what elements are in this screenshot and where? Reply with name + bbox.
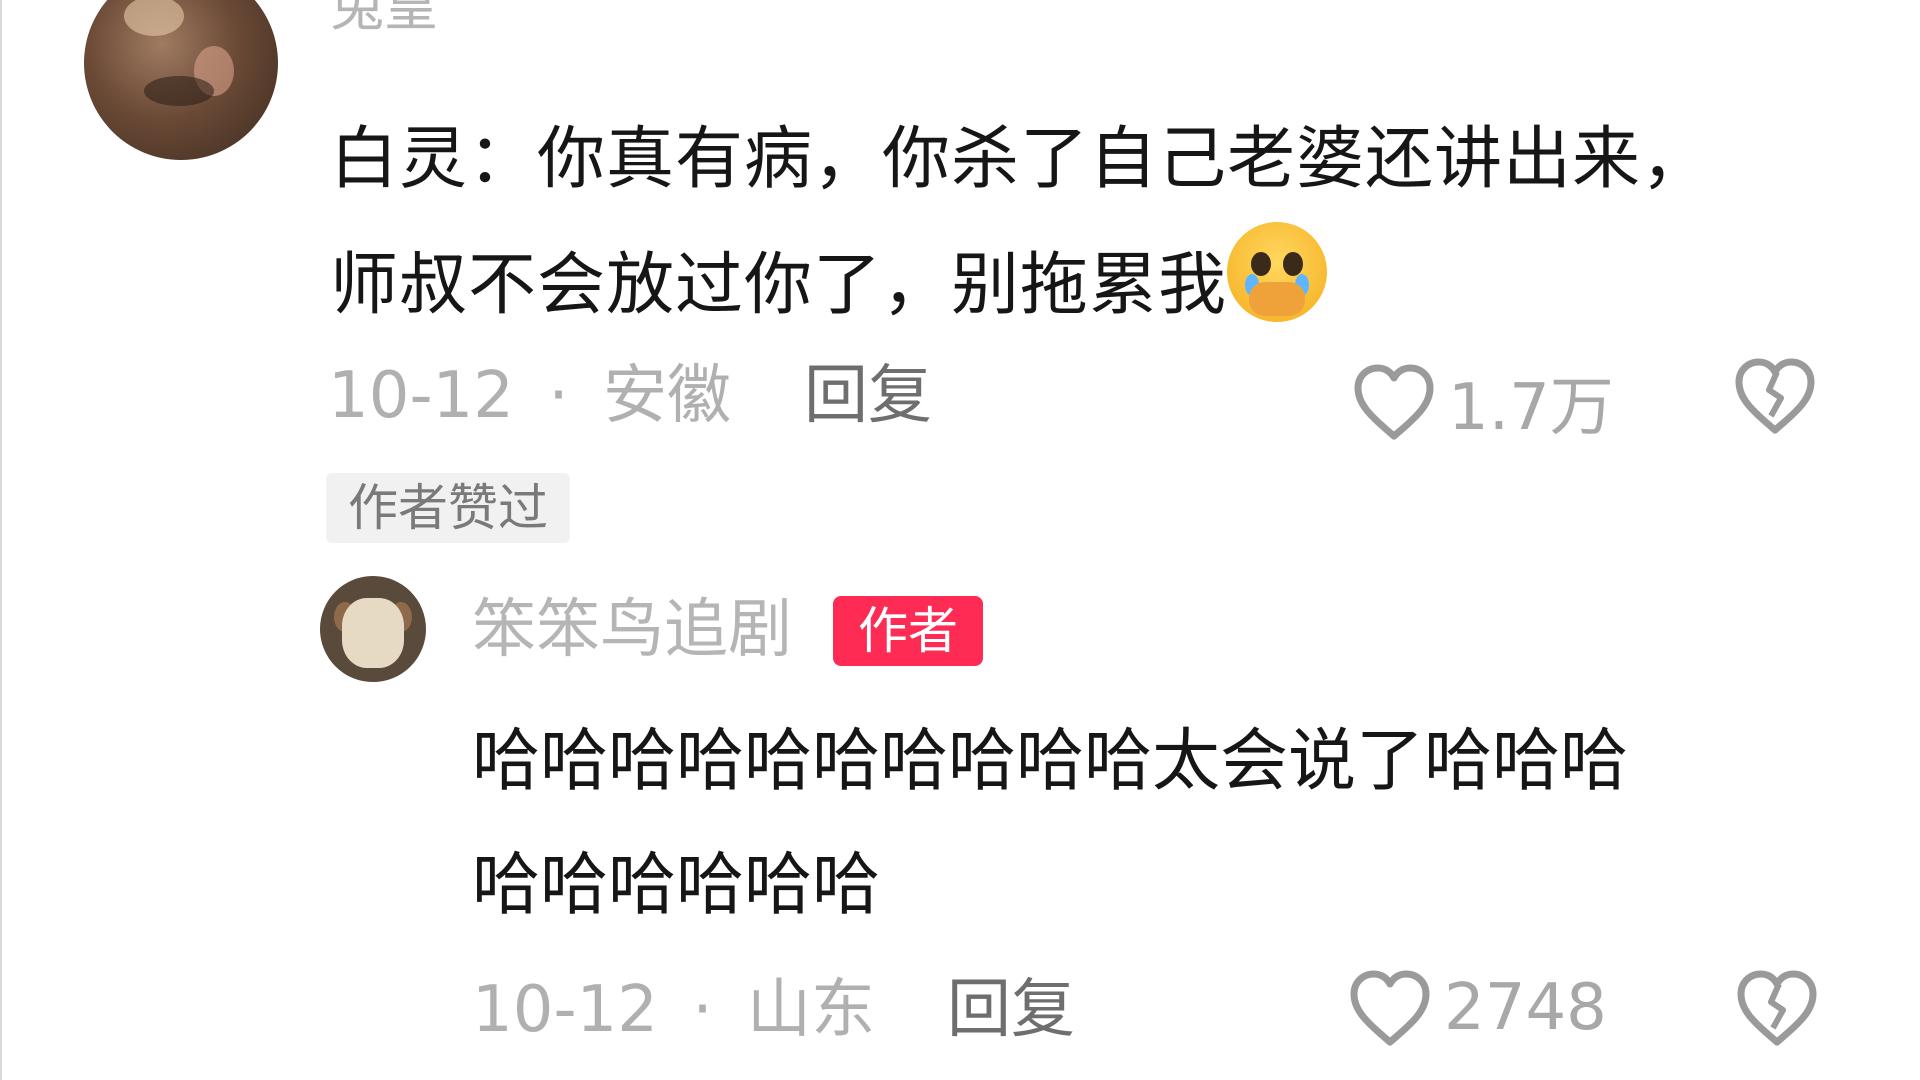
reply-text: 哈哈哈哈哈哈哈哈哈哈太会说了哈哈哈 哈哈哈哈哈哈 <box>472 700 1872 948</box>
meta-separator: · <box>548 359 569 433</box>
broken-heart-icon[interactable] <box>1735 968 1819 1048</box>
broken-heart-icon[interactable] <box>1733 356 1817 436</box>
comment-text-line2-wrap: 师叔不会放过你了，别拖累我 <box>330 222 1860 348</box>
comment-like-count: 1.7万 <box>1448 371 1614 445</box>
comment-reply-button[interactable]: 回复 <box>804 364 932 428</box>
comment-text: 白灵：你真有病，你杀了自己老婆还讲出来， 师叔不会放过你了，别拖累我 <box>330 98 1860 348</box>
commenter-avatar[interactable] <box>84 0 278 160</box>
reply-text-line1: 哈哈哈哈哈哈哈哈哈哈太会说了哈哈哈 <box>472 722 1629 801</box>
comment-like-button[interactable]: 1.7万 <box>1352 356 1614 448</box>
reply-meta: 10-12 · 山东 <box>472 978 875 1042</box>
author-liked-badge: 作者赞过 <box>326 473 570 543</box>
comment-date: 10-12 <box>328 359 514 433</box>
frame-edge <box>0 0 2 1080</box>
comment-text-line2: 师叔不会放过你了，别拖累我 <box>330 246 1228 325</box>
commenter-username[interactable]: 兔皇 <box>330 0 438 34</box>
reply-username[interactable]: 笨笨鸟追剧 <box>472 598 792 662</box>
meta-separator: · <box>692 973 713 1047</box>
reply-location: 山东 <box>747 973 875 1047</box>
reply-reply-button[interactable]: 回复 <box>947 978 1075 1042</box>
comment-meta: 10-12 · 安徽 <box>328 364 731 428</box>
heart-outline-icon <box>1350 970 1430 1046</box>
reply-like-button[interactable]: 2748 <box>1348 968 1607 1048</box>
reply-text-line2: 哈哈哈哈哈哈 <box>472 846 881 925</box>
reply-date: 10-12 <box>472 973 658 1047</box>
comment-location: 安徽 <box>603 359 731 433</box>
reply-avatar[interactable] <box>320 576 426 682</box>
reply-like-count: 2748 <box>1444 971 1607 1045</box>
heart-outline-icon <box>1354 364 1434 440</box>
pleading-face-emoji-icon <box>1227 222 1328 322</box>
author-badge: 作者 <box>833 596 983 666</box>
comment-text-line1: 白灵：你真有病，你杀了自己老婆还讲出来， <box>330 120 1711 199</box>
